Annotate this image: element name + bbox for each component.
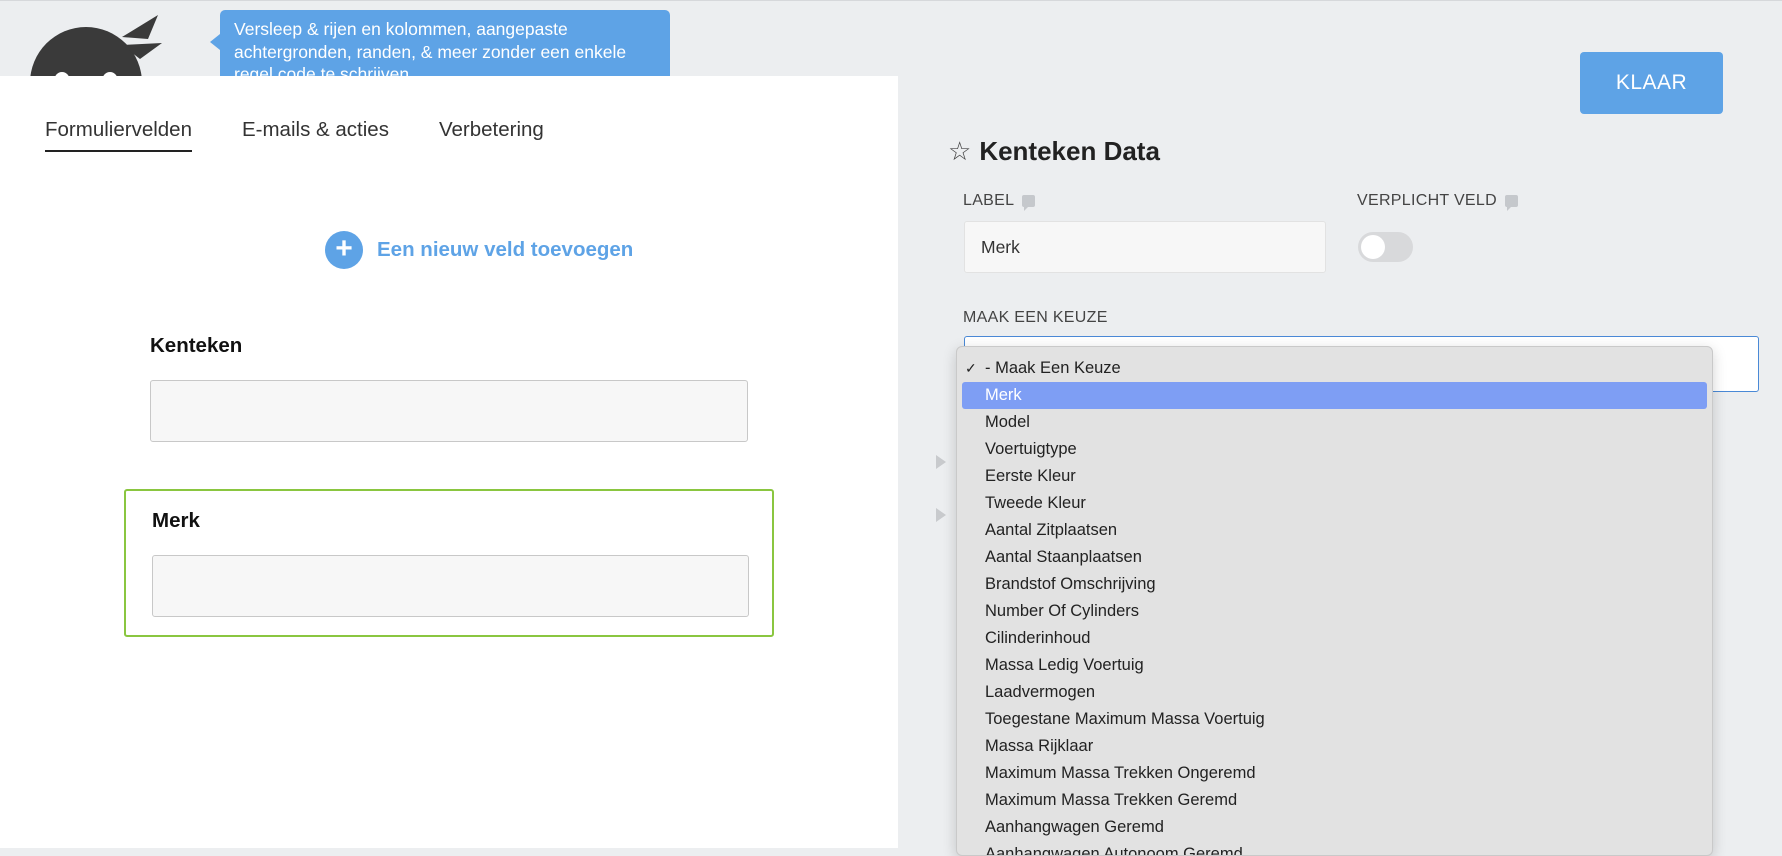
dropdown-option[interactable]: Tweede Kleur xyxy=(962,490,1707,517)
tab-emails-actions[interactable]: E-mails & acties xyxy=(242,118,389,152)
star-icon[interactable]: ☆ xyxy=(948,136,971,167)
help-icon[interactable] xyxy=(1022,195,1036,211)
dropdown-option[interactable]: Aantal Staanplaatsen xyxy=(962,544,1707,571)
dropdown-option-label: Aantal Staanplaatsen xyxy=(985,548,1142,566)
required-heading-text: VERPLICHT VELD xyxy=(1357,192,1497,209)
dropdown-option-label: Maximum Massa Trekken Ongeremd xyxy=(985,764,1256,782)
dropdown-option[interactable]: Massa Rijklaar xyxy=(962,733,1707,760)
dropdown-option-label: Massa Rijklaar xyxy=(985,737,1094,755)
tab-form-fields[interactable]: Formuliervelden xyxy=(45,118,192,152)
dropdown-option[interactable]: Number Of Cylinders xyxy=(962,598,1707,625)
label-input[interactable]: Merk xyxy=(964,221,1326,273)
dropdown-option-label: - Maak Een Keuze xyxy=(985,359,1121,377)
dropdown-option[interactable]: Voertuigtype xyxy=(962,436,1707,463)
dropdown-option-label: Number Of Cylinders xyxy=(985,602,1140,620)
dropdown-option-label: Aanhangwagen Autonoom Geremd xyxy=(985,845,1243,856)
dropdown-option-label: Voertuigtype xyxy=(985,440,1077,458)
dropdown-option[interactable]: Model xyxy=(962,409,1707,436)
dropdown-option[interactable]: Maximum Massa Trekken Ongeremd xyxy=(962,760,1707,787)
choice-dropdown-list[interactable]: ✓ - Maak Een Keuze Merk Model Voertuigtype Ee… xyxy=(956,346,1713,856)
dropdown-option-label: Aantal Zitplaatsen xyxy=(985,521,1118,539)
choice-heading: MAAK EEN KEUZE xyxy=(963,309,1108,327)
form-builder-panel: Formuliervelden E-mails & acties Verbete… xyxy=(0,76,898,848)
field-merk[interactable]: Merk xyxy=(124,489,774,637)
settings-title-text: Kenteken Data xyxy=(979,136,1160,166)
tab-enhancement[interactable]: Verbetering xyxy=(439,118,544,152)
ninja-logo xyxy=(22,15,162,77)
dropdown-option[interactable]: Cilinderinhoud xyxy=(962,625,1707,652)
dropdown-option-label: Merk xyxy=(985,386,1022,404)
dropdown-option[interactable]: Merk xyxy=(962,382,1707,409)
dropdown-option[interactable]: Brandstof Omschrijving xyxy=(962,571,1707,598)
expand-triangle-icon[interactable] xyxy=(936,508,946,522)
dropdown-option-label: Tweede Kleur xyxy=(985,494,1086,512)
checkmark-icon: ✓ xyxy=(965,360,977,376)
dropdown-option[interactable]: Maximum Massa Trekken Geremd xyxy=(962,787,1707,814)
dropdown-option[interactable]: Toegestane Maximum Massa Voertuig xyxy=(962,706,1707,733)
dropdown-option-label: Brandstof Omschrijving xyxy=(985,575,1156,593)
plus-icon: + xyxy=(325,231,363,269)
builder-tabs: Formuliervelden E-mails & acties Verbete… xyxy=(45,118,544,152)
dropdown-option[interactable]: Aanhangwagen Autonoom Geremd xyxy=(962,841,1707,856)
settings-title: ☆ Kenteken Data xyxy=(948,136,1160,167)
expand-triangle-icon[interactable] xyxy=(936,455,946,469)
dropdown-option-label: Model xyxy=(985,413,1030,431)
top-bar: Versleep & rijen en kolommen, aangepaste… xyxy=(0,0,1782,114)
dropdown-option[interactable]: Massa Ledig Voertuig xyxy=(962,652,1707,679)
dropdown-option[interactable]: ✓ - Maak Een Keuze xyxy=(962,355,1707,382)
dropdown-option[interactable]: Laadvermogen xyxy=(962,679,1707,706)
required-toggle[interactable] xyxy=(1358,232,1413,262)
help-icon[interactable] xyxy=(1504,195,1518,211)
dropdown-option[interactable]: Eerste Kleur xyxy=(962,463,1707,490)
dropdown-option-label: Eerste Kleur xyxy=(985,467,1076,485)
field-input-preview[interactable] xyxy=(150,380,748,442)
choice-heading-text: MAAK EEN KEUZE xyxy=(963,309,1108,326)
dropdown-option-label: Maximum Massa Trekken Geremd xyxy=(985,791,1238,809)
field-label: Merk xyxy=(152,509,200,532)
field-input-preview[interactable] xyxy=(152,555,749,617)
add-field-label: Een nieuw veld toevoegen xyxy=(377,238,634,261)
required-heading: VERPLICHT VELD xyxy=(1357,192,1518,211)
dropdown-option[interactable]: Aantal Zitplaatsen xyxy=(962,517,1707,544)
dropdown-option-label: Toegestane Maximum Massa Voertuig xyxy=(985,710,1265,728)
field-label: Kenteken xyxy=(150,334,243,357)
dropdown-option-label: Cilinderinhoud xyxy=(985,629,1091,647)
dropdown-option[interactable]: Aanhangwagen Geremd xyxy=(962,814,1707,841)
label-heading: LABEL xyxy=(963,192,1036,211)
dropdown-option-label: Aanhangwagen Geremd xyxy=(985,818,1164,836)
dropdown-option-label: Laadvermogen xyxy=(985,683,1096,701)
dropdown-option-label: Massa Ledig Voertuig xyxy=(985,656,1144,674)
field-kenteken[interactable]: Kenteken xyxy=(150,334,750,442)
label-heading-text: LABEL xyxy=(963,192,1015,209)
add-field-button[interactable]: + Een nieuw veld toevoegen xyxy=(325,231,633,269)
